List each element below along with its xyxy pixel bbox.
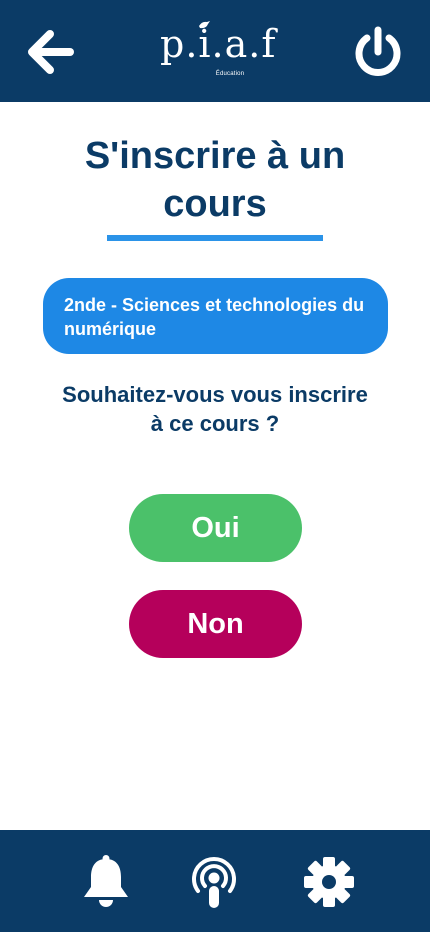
page-title: S'inscrire à un cours — [84, 135, 346, 225]
piaf-logo: p.i.a.f Éducation — [160, 18, 277, 84]
bird-icon — [199, 21, 210, 29]
back-button[interactable] — [26, 28, 76, 76]
podcast-icon — [192, 857, 236, 908]
arrow-left-icon — [28, 30, 74, 74]
logo-subtext: Éducation — [215, 71, 245, 77]
bell-icon — [84, 855, 128, 907]
title-underline — [107, 235, 323, 241]
power-icon — [355, 26, 401, 76]
course-name-badge: 2nde - Sciences et technologies du numér… — [43, 278, 388, 354]
logout-button[interactable] — [352, 26, 404, 78]
logo-text: p.i.a.f — [160, 22, 277, 66]
settings-button[interactable] — [303, 855, 355, 909]
podcast-button[interactable] — [188, 855, 240, 909]
no-button[interactable]: Non — [129, 590, 302, 658]
confirmation-question: Souhaitez-vous vous inscrire à ce cours … — [62, 382, 368, 436]
top-bar: p.i.a.f Éducation — [0, 0, 430, 102]
bottom-nav — [0, 830, 430, 932]
yes-button[interactable]: Oui — [129, 494, 302, 562]
gear-icon — [304, 857, 354, 907]
notifications-button[interactable] — [80, 855, 132, 909]
